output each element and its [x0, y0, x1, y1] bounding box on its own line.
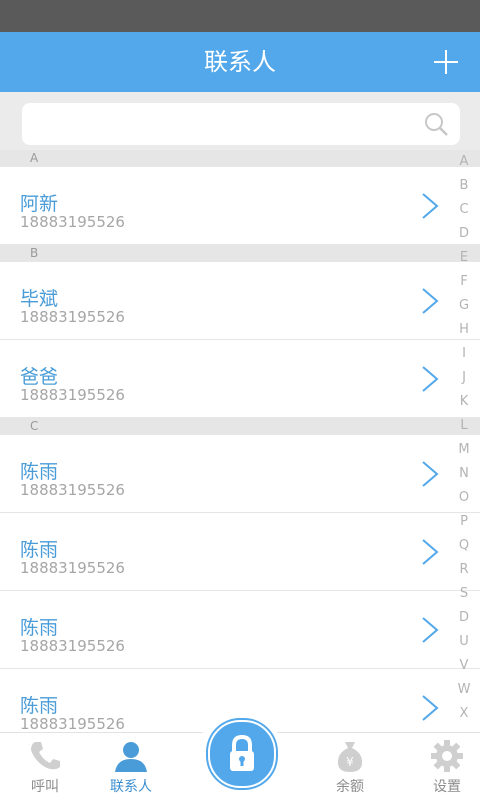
contact-name: 陈雨 — [20, 695, 59, 717]
index-letter[interactable]: M — [452, 438, 476, 462]
index-letter[interactable]: U — [452, 630, 476, 654]
contact-phone: 18883195526 — [20, 213, 125, 231]
contact-row[interactable]: 陈雨 18883195526 — [0, 435, 480, 513]
contact-name: 毕斌 — [20, 288, 59, 310]
index-letter[interactable]: V — [452, 654, 476, 678]
chevron-right-icon — [422, 193, 439, 219]
chevron-right-icon — [422, 366, 439, 392]
chevron-right-icon — [422, 539, 439, 565]
lock-button[interactable] — [208, 720, 276, 788]
gear-icon — [431, 740, 463, 772]
contact-name: 阿新 — [20, 193, 59, 215]
index-letter[interactable]: P — [452, 510, 476, 534]
person-icon — [115, 742, 147, 772]
index-letter[interactable]: E — [452, 246, 476, 270]
index-letter[interactable]: D — [452, 222, 476, 246]
tab-settings[interactable]: 设置 — [402, 733, 480, 801]
contact-name: 陈雨 — [20, 539, 59, 561]
tab-balance[interactable]: ¥ 余额 — [305, 733, 395, 801]
index-letter[interactable]: Q — [452, 534, 476, 558]
index-letter[interactable]: D — [452, 606, 476, 630]
contact-row[interactable]: 爸爸 18883195526 — [0, 340, 480, 418]
index-letter[interactable]: G — [452, 294, 476, 318]
index-letter[interactable]: K — [452, 390, 476, 414]
section-header-b: B — [0, 245, 480, 262]
section-header-c: C — [0, 418, 480, 435]
index-letter[interactable]: L — [452, 414, 476, 438]
contact-phone: 18883195526 — [20, 715, 125, 732]
contact-row[interactable]: 陈雨 18883195526 — [0, 591, 480, 669]
tab-label: 呼叫 — [31, 779, 59, 795]
alphabet-index[interactable]: A B C D E F G H I J K L M N O P Q R S D … — [452, 150, 476, 730]
contact-phone: 18883195526 — [20, 559, 125, 577]
page-title: 联系人 — [204, 48, 276, 76]
index-letter[interactable]: C — [452, 198, 476, 222]
index-letter[interactable]: J — [452, 366, 476, 390]
chevron-right-icon — [422, 461, 439, 487]
chevron-right-icon — [422, 617, 439, 643]
add-contact-button[interactable] — [428, 44, 464, 80]
index-letter[interactable]: A — [452, 150, 476, 174]
index-letter[interactable]: S — [452, 582, 476, 606]
contact-name: 陈雨 — [20, 617, 59, 639]
contact-row[interactable]: 毕斌 18883195526 — [0, 262, 480, 340]
lock-icon — [230, 734, 254, 771]
tab-label: 联系人 — [110, 779, 152, 795]
phone-icon — [31, 742, 60, 770]
money-bag-icon: ¥ — [337, 742, 363, 772]
contact-phone: 18883195526 — [20, 637, 125, 655]
contact-name: 爸爸 — [20, 366, 59, 388]
search-input[interactable] — [22, 103, 460, 145]
status-bar — [0, 0, 480, 32]
title-bar: 联系人 — [0, 32, 480, 92]
index-letter[interactable]: B — [452, 174, 476, 198]
lock-button-container — [196, 712, 284, 800]
index-letter[interactable]: N — [452, 462, 476, 486]
contact-phone: 18883195526 — [20, 308, 125, 326]
chevron-right-icon — [422, 695, 439, 721]
contact-phone: 18883195526 — [20, 386, 125, 404]
index-letter[interactable]: F — [452, 270, 476, 294]
section-header-a: A — [0, 150, 480, 167]
contact-row[interactable]: 陈雨 18883195526 — [0, 513, 480, 591]
index-letter[interactable]: X — [452, 702, 476, 726]
index-letter[interactable]: R — [452, 558, 476, 582]
search-bar — [0, 92, 480, 150]
chevron-right-icon — [422, 288, 439, 314]
index-letter[interactable]: I — [452, 342, 476, 366]
tab-contacts[interactable]: 联系人 — [86, 733, 176, 801]
contact-list: A 阿新 18883195526 B 毕斌 18883195526 爸爸 188… — [0, 150, 480, 732]
tab-label: 设置 — [433, 779, 461, 795]
tab-call[interactable]: 呼叫 — [0, 733, 90, 801]
tab-label: 余额 — [336, 779, 364, 795]
contact-row[interactable]: 阿新 18883195526 — [0, 167, 480, 245]
index-letter[interactable]: H — [452, 318, 476, 342]
contact-phone: 18883195526 — [20, 481, 125, 499]
index-letter[interactable]: W — [452, 678, 476, 702]
svg-text:¥: ¥ — [346, 755, 354, 769]
contact-name: 陈雨 — [20, 461, 59, 483]
search-icon[interactable] — [424, 112, 448, 136]
index-letter[interactable]: O — [452, 486, 476, 510]
